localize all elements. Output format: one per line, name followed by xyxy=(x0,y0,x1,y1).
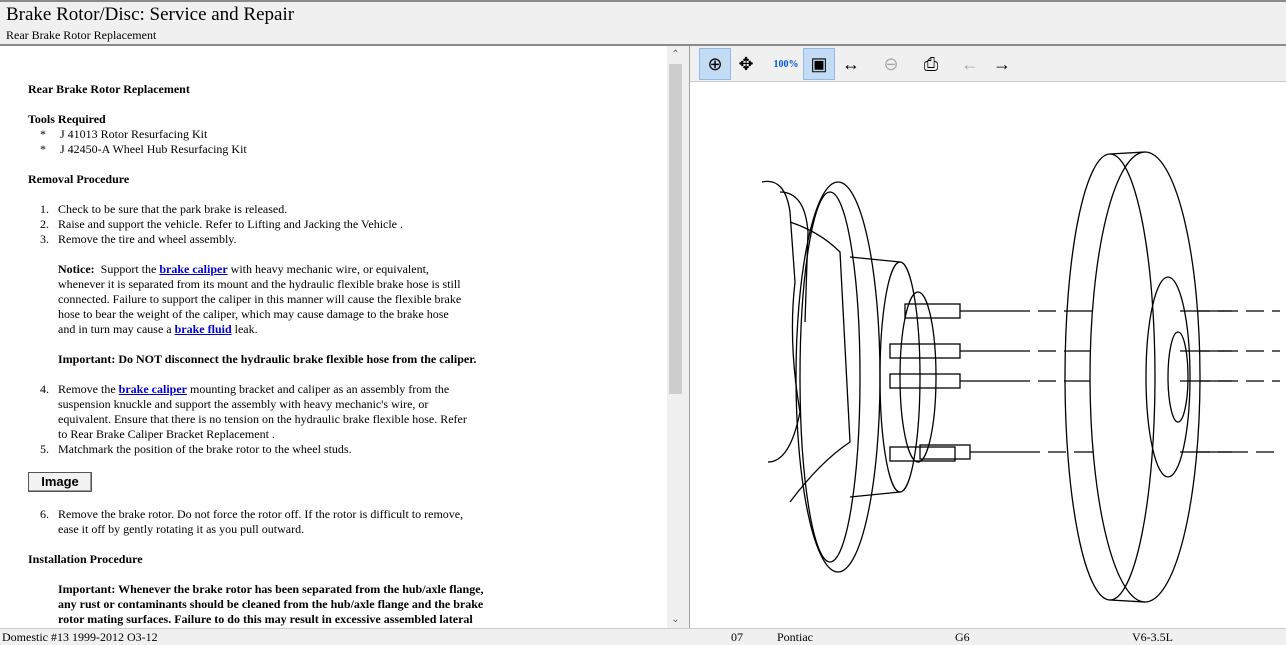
image-pane: ⊕ ✥ 100% ▣ ↔ ⊖ ⎙ ← → xyxy=(690,46,1286,628)
important-text: Important: Do NOT disconnect the hydraul… xyxy=(58,352,477,366)
page-title: Brake Rotor/Disc: Service and Repair xyxy=(6,4,295,25)
page-subtitle: Rear Brake Rotor Replacement xyxy=(6,28,157,42)
zoom-in-icon[interactable]: ⊕ xyxy=(699,48,731,80)
removal-heading: Removal Procedure xyxy=(28,172,130,186)
status-bar: Domestic #13 1999-2012 O3-12 07 Pontiac … xyxy=(0,628,1286,644)
bullet: * xyxy=(40,127,46,141)
notice-text: whenever it is separated from its mount … xyxy=(58,277,461,291)
install-heading: Installation Procedure xyxy=(28,552,143,566)
zoom-100-icon[interactable]: 100% xyxy=(770,48,802,80)
step-number: 1. xyxy=(40,202,49,216)
image-toolbar: ⊕ ✥ 100% ▣ ↔ ⊖ ⎙ ← → xyxy=(690,46,1286,82)
page-header: Brake Rotor/Disc: Service and Repair Rea… xyxy=(0,0,1286,46)
notice-text: Notice: Support the brake caliper with h… xyxy=(58,262,429,276)
step-number: 3. xyxy=(40,232,49,246)
scroll-down-icon[interactable]: ⌄ xyxy=(667,611,684,628)
brake-caliper-link[interactable]: brake caliper xyxy=(159,262,227,276)
step-text: Remove the brake caliper mounting bracke… xyxy=(58,382,450,396)
scrollbar-thumb[interactable] xyxy=(669,64,682,394)
step-text: equivalent. Ensure that there is no tens… xyxy=(58,412,467,426)
zoom-width-icon[interactable]: ↔ xyxy=(835,48,867,80)
step-number: 4. xyxy=(40,382,49,396)
image-button[interactable]: Image xyxy=(28,472,92,492)
tools-heading: Tools Required xyxy=(28,112,106,126)
rotor-diagram xyxy=(761,151,1280,603)
vertical-scrollbar[interactable]: ⌃ ⌄ xyxy=(667,46,684,628)
step-number: 6. xyxy=(40,507,49,521)
step-number: 2. xyxy=(40,217,49,231)
scroll-up-icon[interactable]: ⌃ xyxy=(667,46,684,63)
important-text: Important: Whenever the brake rotor has … xyxy=(58,582,484,596)
print-icon[interactable]: ⎙ xyxy=(915,48,947,80)
zoom-out-icon[interactable]: ⊖ xyxy=(875,48,907,80)
brake-fluid-link[interactable]: brake fluid xyxy=(175,322,232,336)
notice-text: connected. Failure to support the calipe… xyxy=(58,292,462,306)
step-number: 5. xyxy=(40,442,49,456)
previous-image-icon[interactable]: ← xyxy=(954,48,986,80)
pan-icon[interactable]: ✥ xyxy=(730,48,762,80)
step-text: suspension knuckle and support the assem… xyxy=(58,397,429,411)
notice-text: hose to bear the weight of the caliper, … xyxy=(58,307,449,321)
step-text: Remove the tire and wheel assembly. xyxy=(58,232,237,246)
bullet: * xyxy=(40,142,46,156)
step-text: Remove the brake rotor. Do not force the… xyxy=(58,507,464,521)
next-image-icon[interactable]: → xyxy=(986,48,1018,80)
doc-heading: Rear Brake Rotor Replacement xyxy=(28,82,190,96)
tool-item: J 41013 Rotor Resurfacing Kit xyxy=(60,127,208,141)
step-text: ease it off by gently rotating it as you… xyxy=(58,522,305,536)
important-text: any rust or contaminants should be clean… xyxy=(58,597,484,611)
step-text: Check to be sure that the park brake is … xyxy=(58,202,288,216)
step-text: Raise and support the vehicle. Refer to … xyxy=(58,217,404,231)
important-text: rotor mating surfaces. Failure to do thi… xyxy=(58,612,473,626)
step-text: Matchmark the position of the brake roto… xyxy=(58,442,352,456)
brake-caliper-link[interactable]: brake caliper xyxy=(119,382,187,396)
document-pane: Rear Brake Rotor Replacement Tools Requi… xyxy=(0,46,667,628)
zoom-fit-icon[interactable]: ▣ xyxy=(803,48,835,80)
notice-text: and in turn may cause a brake fluid leak… xyxy=(58,322,258,336)
tool-item: J 42450-A Wheel Hub Resurfacing Kit xyxy=(60,142,247,156)
step-text: to Rear Brake Caliper Bracket Replacemen… xyxy=(58,427,275,441)
